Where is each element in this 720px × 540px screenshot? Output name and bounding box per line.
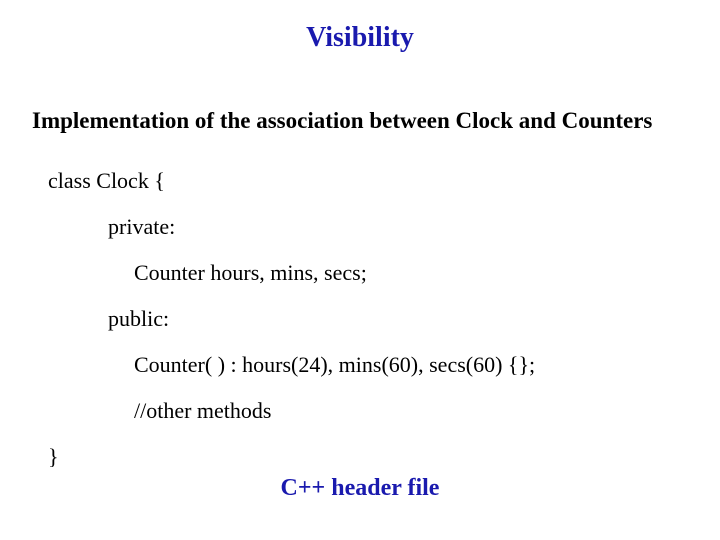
code-line: } bbox=[48, 446, 535, 468]
slide: Visibility Implementation of the associa… bbox=[0, 0, 720, 540]
slide-footer: C++ header file bbox=[0, 475, 720, 502]
code-line: Counter( ) : hours(24), mins(60), secs(6… bbox=[134, 354, 535, 376]
slide-title: Visibility bbox=[0, 22, 720, 54]
code-line: //other methods bbox=[134, 400, 535, 422]
code-block: class Clock { private: Counter hours, mi… bbox=[48, 170, 535, 492]
slide-subtitle: Implementation of the association betwee… bbox=[32, 108, 652, 134]
code-line: private: bbox=[108, 216, 535, 238]
code-line: public: bbox=[108, 308, 535, 330]
code-line: Counter hours, mins, secs; bbox=[134, 262, 535, 284]
code-line: class Clock { bbox=[48, 170, 535, 192]
